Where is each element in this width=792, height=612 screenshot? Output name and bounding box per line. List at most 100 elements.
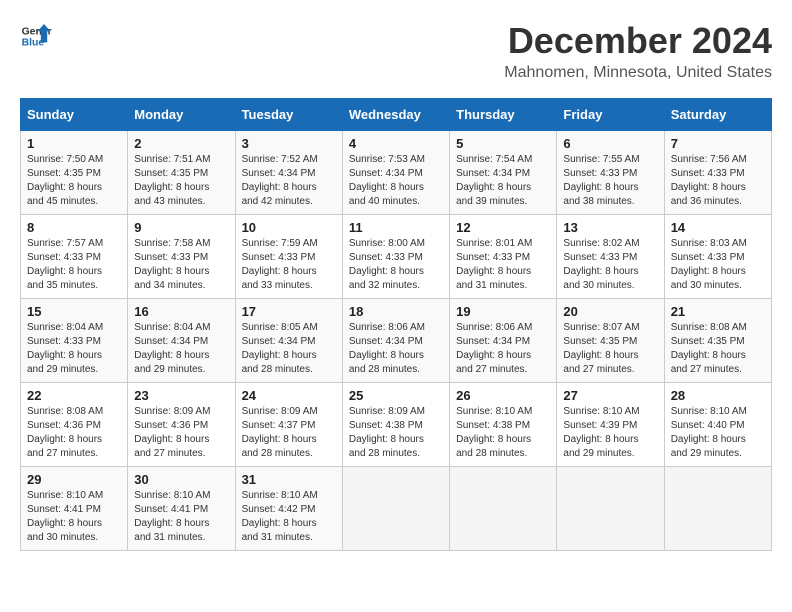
table-row: 1 Sunrise: 7:50 AM Sunset: 4:35 PM Daylig… bbox=[21, 131, 128, 215]
table-row: 6 Sunrise: 7:55 AM Sunset: 4:33 PM Daylig… bbox=[557, 131, 664, 215]
table-row: 9 Sunrise: 7:58 AM Sunset: 4:33 PM Daylig… bbox=[128, 215, 235, 299]
table-row: 12 Sunrise: 8:01 AM Sunset: 4:33 PM Dayli… bbox=[450, 215, 557, 299]
day-number: 20 bbox=[563, 304, 657, 319]
day-number: 27 bbox=[563, 388, 657, 403]
table-row bbox=[664, 467, 771, 551]
col-wednesday: Wednesday bbox=[342, 99, 449, 131]
day-number: 15 bbox=[27, 304, 121, 319]
calendar-row: 1 Sunrise: 7:50 AM Sunset: 4:35 PM Daylig… bbox=[21, 131, 772, 215]
table-row: 8 Sunrise: 7:57 AM Sunset: 4:33 PM Daylig… bbox=[21, 215, 128, 299]
logo: General Blue bbox=[20, 20, 56, 52]
calendar-row: 29 Sunrise: 8:10 AM Sunset: 4:41 PM Dayli… bbox=[21, 467, 772, 551]
table-row: 23Sunrise: 8:09 AM Sunset: 4:36 PM Dayli… bbox=[128, 383, 235, 467]
table-row: 17Sunrise: 8:05 AM Sunset: 4:34 PM Dayli… bbox=[235, 299, 342, 383]
day-info: Sunrise: 8:10 AM Sunset: 4:41 PM Dayligh… bbox=[134, 489, 228, 545]
day-number: 9 bbox=[134, 220, 228, 235]
table-row: 16Sunrise: 8:04 AM Sunset: 4:34 PM Dayli… bbox=[128, 299, 235, 383]
calendar-header-row: Sunday Monday Tuesday Wednesday Thursday… bbox=[21, 99, 772, 131]
table-row bbox=[557, 467, 664, 551]
col-monday: Monday bbox=[128, 99, 235, 131]
day-number: 16 bbox=[134, 304, 228, 319]
day-number: 24 bbox=[242, 388, 336, 403]
table-row: 2 Sunrise: 7:51 AM Sunset: 4:35 PM Daylig… bbox=[128, 131, 235, 215]
table-row: 25Sunrise: 8:09 AM Sunset: 4:38 PM Dayli… bbox=[342, 383, 449, 467]
day-info: Sunrise: 8:10 AM Sunset: 4:42 PM Dayligh… bbox=[242, 489, 336, 545]
day-info: Sunrise: 8:10 AM Sunset: 4:40 PM Dayligh… bbox=[671, 405, 765, 461]
day-info: Sunrise: 7:59 AM Sunset: 4:33 PM Dayligh… bbox=[242, 237, 336, 293]
page-header: General Blue December 2024 Mahnomen, Min… bbox=[20, 20, 772, 82]
day-number: 8 bbox=[27, 220, 121, 235]
day-number: 13 bbox=[563, 220, 657, 235]
day-info: Sunrise: 8:10 AM Sunset: 4:41 PM Dayligh… bbox=[27, 489, 121, 545]
logo-icon: General Blue bbox=[20, 20, 52, 52]
day-number: 17 bbox=[242, 304, 336, 319]
day-number: 14 bbox=[671, 220, 765, 235]
table-row: 13 Sunrise: 8:02 AM Sunset: 4:33 PM Dayli… bbox=[557, 215, 664, 299]
day-number: 4 bbox=[349, 136, 443, 151]
day-number: 2 bbox=[134, 136, 228, 151]
day-info: Sunrise: 8:00 AM Sunset: 4:33 PM Dayligh… bbox=[349, 237, 443, 293]
table-row: 14Sunrise: 8:03 AM Sunset: 4:33 PM Dayli… bbox=[664, 215, 771, 299]
table-row bbox=[450, 467, 557, 551]
day-info: Sunrise: 7:57 AM Sunset: 4:33 PM Dayligh… bbox=[27, 237, 121, 293]
day-number: 6 bbox=[563, 136, 657, 151]
day-number: 19 bbox=[456, 304, 550, 319]
col-tuesday: Tuesday bbox=[235, 99, 342, 131]
col-sunday: Sunday bbox=[21, 99, 128, 131]
day-info: Sunrise: 8:08 AM Sunset: 4:35 PM Dayligh… bbox=[671, 321, 765, 377]
table-row: 15 Sunrise: 8:04 AM Sunset: 4:33 PM Dayli… bbox=[21, 299, 128, 383]
table-row: 20 Sunrise: 8:07 AM Sunset: 4:35 PM Dayli… bbox=[557, 299, 664, 383]
day-number: 29 bbox=[27, 472, 121, 487]
day-info: Sunrise: 7:51 AM Sunset: 4:35 PM Dayligh… bbox=[134, 153, 228, 209]
table-row: 24Sunrise: 8:09 AM Sunset: 4:37 PM Dayli… bbox=[235, 383, 342, 467]
calendar-subtitle: Mahnomen, Minnesota, United States bbox=[504, 64, 772, 82]
day-info: Sunrise: 7:55 AM Sunset: 4:33 PM Dayligh… bbox=[563, 153, 657, 209]
day-number: 5 bbox=[456, 136, 550, 151]
calendar-row: 8 Sunrise: 7:57 AM Sunset: 4:33 PM Daylig… bbox=[21, 215, 772, 299]
table-row: 30 Sunrise: 8:10 AM Sunset: 4:41 PM Dayli… bbox=[128, 467, 235, 551]
day-number: 31 bbox=[242, 472, 336, 487]
day-info: Sunrise: 8:01 AM Sunset: 4:33 PM Dayligh… bbox=[456, 237, 550, 293]
day-info: Sunrise: 7:58 AM Sunset: 4:33 PM Dayligh… bbox=[134, 237, 228, 293]
col-saturday: Saturday bbox=[664, 99, 771, 131]
col-friday: Friday bbox=[557, 99, 664, 131]
day-info: Sunrise: 7:50 AM Sunset: 4:35 PM Dayligh… bbox=[27, 153, 121, 209]
table-row: 28Sunrise: 8:10 AM Sunset: 4:40 PM Dayli… bbox=[664, 383, 771, 467]
title-block: December 2024 Mahnomen, Minnesota, Unite… bbox=[504, 20, 772, 82]
day-number: 25 bbox=[349, 388, 443, 403]
day-number: 22 bbox=[27, 388, 121, 403]
day-info: Sunrise: 8:02 AM Sunset: 4:33 PM Dayligh… bbox=[563, 237, 657, 293]
day-info: Sunrise: 7:52 AM Sunset: 4:34 PM Dayligh… bbox=[242, 153, 336, 209]
table-row: 7 Sunrise: 7:56 AM Sunset: 4:33 PM Daylig… bbox=[664, 131, 771, 215]
table-row: 3 Sunrise: 7:52 AM Sunset: 4:34 PM Daylig… bbox=[235, 131, 342, 215]
day-info: Sunrise: 8:08 AM Sunset: 4:36 PM Dayligh… bbox=[27, 405, 121, 461]
day-number: 3 bbox=[242, 136, 336, 151]
day-info: Sunrise: 8:07 AM Sunset: 4:35 PM Dayligh… bbox=[563, 321, 657, 377]
day-info: Sunrise: 8:10 AM Sunset: 4:39 PM Dayligh… bbox=[563, 405, 657, 461]
day-info: Sunrise: 8:04 AM Sunset: 4:33 PM Dayligh… bbox=[27, 321, 121, 377]
calendar-table: Sunday Monday Tuesday Wednesday Thursday… bbox=[20, 98, 772, 551]
calendar-row: 15 Sunrise: 8:04 AM Sunset: 4:33 PM Dayli… bbox=[21, 299, 772, 383]
table-row: 26 Sunrise: 8:10 AM Sunset: 4:38 PM Dayli… bbox=[450, 383, 557, 467]
day-info: Sunrise: 8:10 AM Sunset: 4:38 PM Dayligh… bbox=[456, 405, 550, 461]
table-row: 21Sunrise: 8:08 AM Sunset: 4:35 PM Dayli… bbox=[664, 299, 771, 383]
day-number: 7 bbox=[671, 136, 765, 151]
day-info: Sunrise: 7:54 AM Sunset: 4:34 PM Dayligh… bbox=[456, 153, 550, 209]
day-info: Sunrise: 8:09 AM Sunset: 4:36 PM Dayligh… bbox=[134, 405, 228, 461]
day-number: 12 bbox=[456, 220, 550, 235]
table-row: 19Sunrise: 8:06 AM Sunset: 4:34 PM Dayli… bbox=[450, 299, 557, 383]
day-number: 1 bbox=[27, 136, 121, 151]
table-row: 22 Sunrise: 8:08 AM Sunset: 4:36 PM Dayli… bbox=[21, 383, 128, 467]
calendar-title: December 2024 bbox=[504, 20, 772, 62]
table-row: 10 Sunrise: 7:59 AM Sunset: 4:33 PM Dayli… bbox=[235, 215, 342, 299]
day-number: 10 bbox=[242, 220, 336, 235]
day-info: Sunrise: 8:06 AM Sunset: 4:34 PM Dayligh… bbox=[349, 321, 443, 377]
calendar-row: 22 Sunrise: 8:08 AM Sunset: 4:36 PM Dayli… bbox=[21, 383, 772, 467]
table-row: 18 Sunrise: 8:06 AM Sunset: 4:34 PM Dayli… bbox=[342, 299, 449, 383]
day-number: 30 bbox=[134, 472, 228, 487]
day-info: Sunrise: 7:56 AM Sunset: 4:33 PM Dayligh… bbox=[671, 153, 765, 209]
day-number: 18 bbox=[349, 304, 443, 319]
day-number: 26 bbox=[456, 388, 550, 403]
table-row: 31 Sunrise: 8:10 AM Sunset: 4:42 PM Dayli… bbox=[235, 467, 342, 551]
table-row bbox=[342, 467, 449, 551]
